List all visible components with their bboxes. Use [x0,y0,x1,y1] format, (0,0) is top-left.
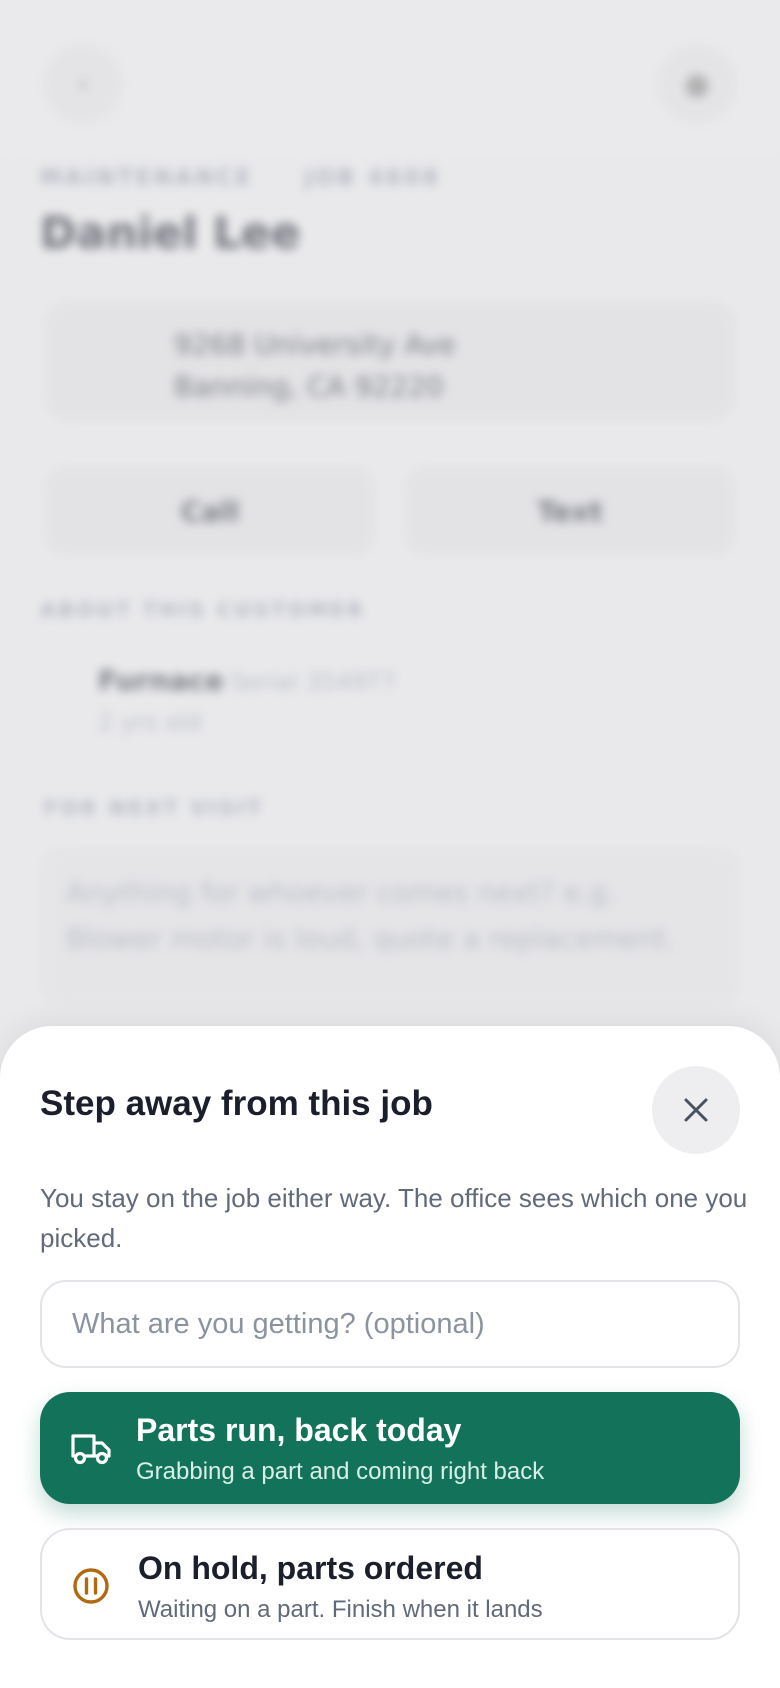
option-title: On hold, parts ordered [138,1550,483,1586]
getting-input[interactable] [40,1280,740,1368]
close-button[interactable] [652,1066,740,1154]
step-away-sheet: Step away from this job You stay on the … [0,1026,780,1688]
sheet-description: You stay on the job either way. The offi… [40,1183,748,1253]
pause-icon [73,1568,109,1604]
truck-icon [71,1434,111,1465]
option-subtitle: Waiting on a part. Finish when it lands [138,1596,543,1623]
option-title: Parts run, back today [136,1412,462,1448]
sheet-title: Step away from this job [40,1084,433,1123]
option-on-hold[interactable]: On hold, parts ordered Waiting on a part… [40,1528,740,1640]
close-icon [684,1098,708,1122]
option-subtitle: Grabbing a part and coming right back [136,1458,545,1485]
option-parts-run[interactable]: Parts run, back today Grabbing a part an… [40,1392,740,1504]
screen: ‹ ● MAINTENANCE JOB 4608 Daniel Lee 9268… [0,0,780,1688]
